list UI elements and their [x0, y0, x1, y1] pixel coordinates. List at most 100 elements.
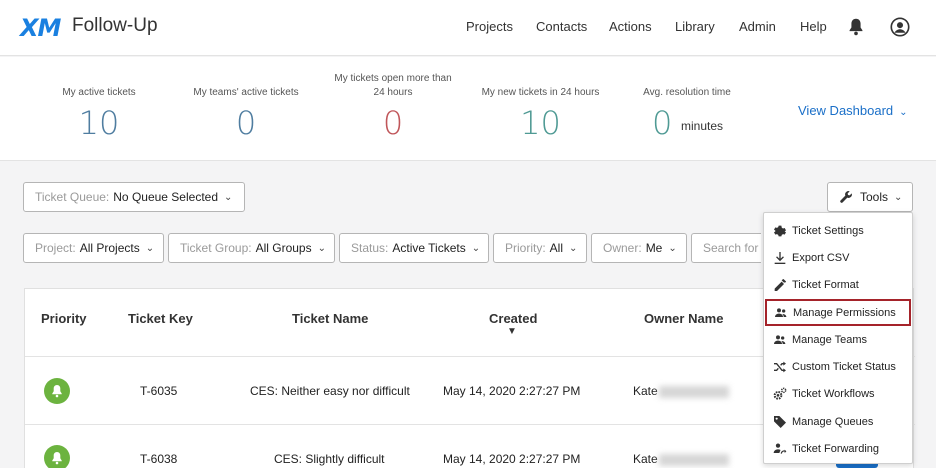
menu-ticket-settings[interactable]: Ticket Settings — [764, 217, 912, 244]
ticket-group-filter-value: All Groups — [255, 241, 312, 255]
app-title: Follow-Up — [72, 15, 158, 36]
chevron-down-icon: ⌄ — [224, 191, 233, 203]
menu-manage-permissions[interactable]: Manage Permissions — [765, 299, 911, 326]
owner-filter[interactable]: Owner: Me ⌄ — [591, 233, 687, 263]
gears-icon — [773, 387, 787, 400]
tools-button[interactable]: Tools ⌄ — [827, 182, 913, 212]
menu-export-csv[interactable]: Export CSV — [764, 244, 912, 271]
ticket-name[interactable]: CES: Neither easy nor difficult — [250, 384, 410, 398]
redacted-surname — [659, 454, 729, 466]
tags-icon — [774, 415, 786, 428]
chevron-down-icon: ⌄ — [894, 191, 903, 203]
ticket-key[interactable]: T-6035 — [140, 384, 177, 398]
menu-ticket-workflows[interactable]: Ticket Workflows — [764, 380, 912, 407]
ticket-owner: Kate — [633, 384, 658, 398]
gear-icon — [774, 225, 786, 236]
col-header-ticket-name[interactable]: Ticket Name — [292, 311, 368, 326]
user-avatar-icon[interactable] — [889, 16, 911, 38]
priority-filter-label: Priority: — [505, 241, 546, 255]
ticket-created: May 14, 2020 2:27:27 PM — [443, 384, 581, 398]
chevron-down-icon: ⌄ — [569, 242, 578, 254]
stat-value: 0 — [235, 104, 257, 142]
owner-filter-label: Owner: — [603, 241, 642, 255]
owner-filter-value: Me — [645, 241, 663, 255]
search-placeholder: Search for — [703, 241, 759, 255]
stat-value: 0 — [382, 104, 404, 142]
status-filter-value: Active Tickets — [392, 241, 466, 255]
ticket-queue-value: No Queue Selected — [113, 190, 219, 204]
priority-filter[interactable]: Priority: All ⌄ — [493, 233, 587, 263]
status-filter-label: Status: — [351, 241, 389, 255]
nav-contacts[interactable]: Contacts — [536, 19, 587, 34]
chevron-down-icon: ⌄ — [899, 107, 908, 118]
chevron-down-icon: ⌄ — [471, 242, 481, 254]
priority-bell-icon — [44, 445, 70, 468]
shuffle-icon — [774, 361, 786, 372]
search-input[interactable]: Search for — [691, 233, 761, 263]
stat-label: My new tickets in 24 hours — [481, 87, 600, 98]
project-filter[interactable]: Project: All Projects ⌄ — [23, 233, 164, 263]
menu-ticket-forwarding[interactable]: Ticket Forwarding — [764, 435, 912, 462]
stat-new-24h: My new tickets in 24 hours 10 — [478, 86, 603, 142]
menu-custom-ticket-status[interactable]: Custom Ticket Status — [764, 353, 912, 380]
menu-manage-teams[interactable]: Manage Teams — [764, 326, 912, 353]
stat-open-24h: My tickets open more than 24 hours 0 — [333, 72, 453, 142]
users-icon — [775, 307, 787, 317]
stat-label: Avg. resolution time — [643, 87, 731, 98]
ticket-queue-label: Ticket Queue: — [35, 190, 110, 204]
menu-label: Custom Ticket Status — [792, 360, 896, 373]
menu-label: Export CSV — [792, 251, 850, 264]
priority-filter-value: All — [549, 241, 564, 255]
menu-ticket-format[interactable]: Ticket Format — [764, 271, 912, 298]
stat-label: My active tickets — [62, 87, 136, 98]
nav-admin[interactable]: Admin — [739, 19, 776, 34]
stat-my-active: My active tickets 10 — [44, 86, 154, 142]
stat-team-active: My teams' active tickets 0 — [186, 86, 306, 142]
user-forward-icon — [773, 443, 787, 454]
users-icon — [774, 334, 786, 344]
ticket-name[interactable]: CES: Slightly difficult — [274, 452, 385, 466]
chevron-down-icon: ⌄ — [145, 242, 155, 254]
col-header-ticket-key[interactable]: Ticket Key — [128, 311, 193, 326]
status-filter[interactable]: Status: Active Tickets ⌄ — [339, 233, 489, 263]
redacted-surname — [659, 386, 729, 398]
ticket-created: May 14, 2020 2:27:27 PM — [443, 452, 581, 466]
xm-logo[interactable]: XM — [20, 14, 61, 42]
ticket-group-filter-label: Ticket Group: — [180, 241, 252, 255]
priority-bell-icon — [44, 378, 70, 404]
stat-value: 10 — [78, 104, 120, 142]
stat-value: 10 — [520, 104, 561, 142]
menu-label: Ticket Format — [792, 278, 859, 291]
bell-icon[interactable] — [845, 16, 867, 38]
col-header-owner-name[interactable]: Owner Name — [644, 311, 723, 326]
ticket-owner: Kate — [633, 452, 658, 466]
col-header-created[interactable]: Created — [489, 311, 537, 326]
ticket-group-filter[interactable]: Ticket Group: All Groups ⌄ — [168, 233, 335, 263]
project-filter-value: All Projects — [79, 241, 140, 255]
tools-label: Tools — [860, 190, 889, 204]
stats-panel: My active tickets 10 My teams' active ti… — [0, 57, 936, 161]
col-header-priority[interactable]: Priority — [41, 311, 87, 326]
ticket-queue-select[interactable]: Ticket Queue: No Queue Selected ⌄ — [23, 182, 245, 212]
nav-library[interactable]: Library — [675, 19, 715, 34]
view-dashboard-link[interactable]: View Dashboard ⌄ — [798, 103, 908, 118]
menu-label: Ticket Workflows — [792, 387, 875, 400]
pencil-icon — [774, 278, 786, 291]
menu-manage-queues[interactable]: Manage Queues — [764, 408, 912, 435]
nav-help[interactable]: Help — [800, 19, 827, 34]
chevron-down-icon: ⌄ — [668, 242, 677, 254]
menu-label: Ticket Forwarding — [792, 442, 880, 455]
view-dashboard-label: View Dashboard — [798, 103, 894, 118]
tools-menu: Ticket Settings Export CSV Ticket Format… — [763, 212, 913, 464]
nav-projects[interactable]: Projects — [466, 19, 513, 34]
sort-desc-icon: ▼ — [507, 326, 517, 337]
top-bar: XM Follow-Up Projects Contacts Actions L… — [0, 0, 936, 56]
stat-label: My teams' active tickets — [193, 87, 299, 98]
download-icon — [774, 251, 786, 264]
menu-label: Ticket Settings — [792, 224, 864, 237]
nav-actions[interactable]: Actions — [609, 19, 652, 34]
ticket-key[interactable]: T-6038 — [140, 452, 177, 466]
wrench-icon — [840, 191, 852, 203]
chevron-down-icon: ⌄ — [317, 242, 326, 254]
stat-unit: minutes — [681, 119, 724, 133]
